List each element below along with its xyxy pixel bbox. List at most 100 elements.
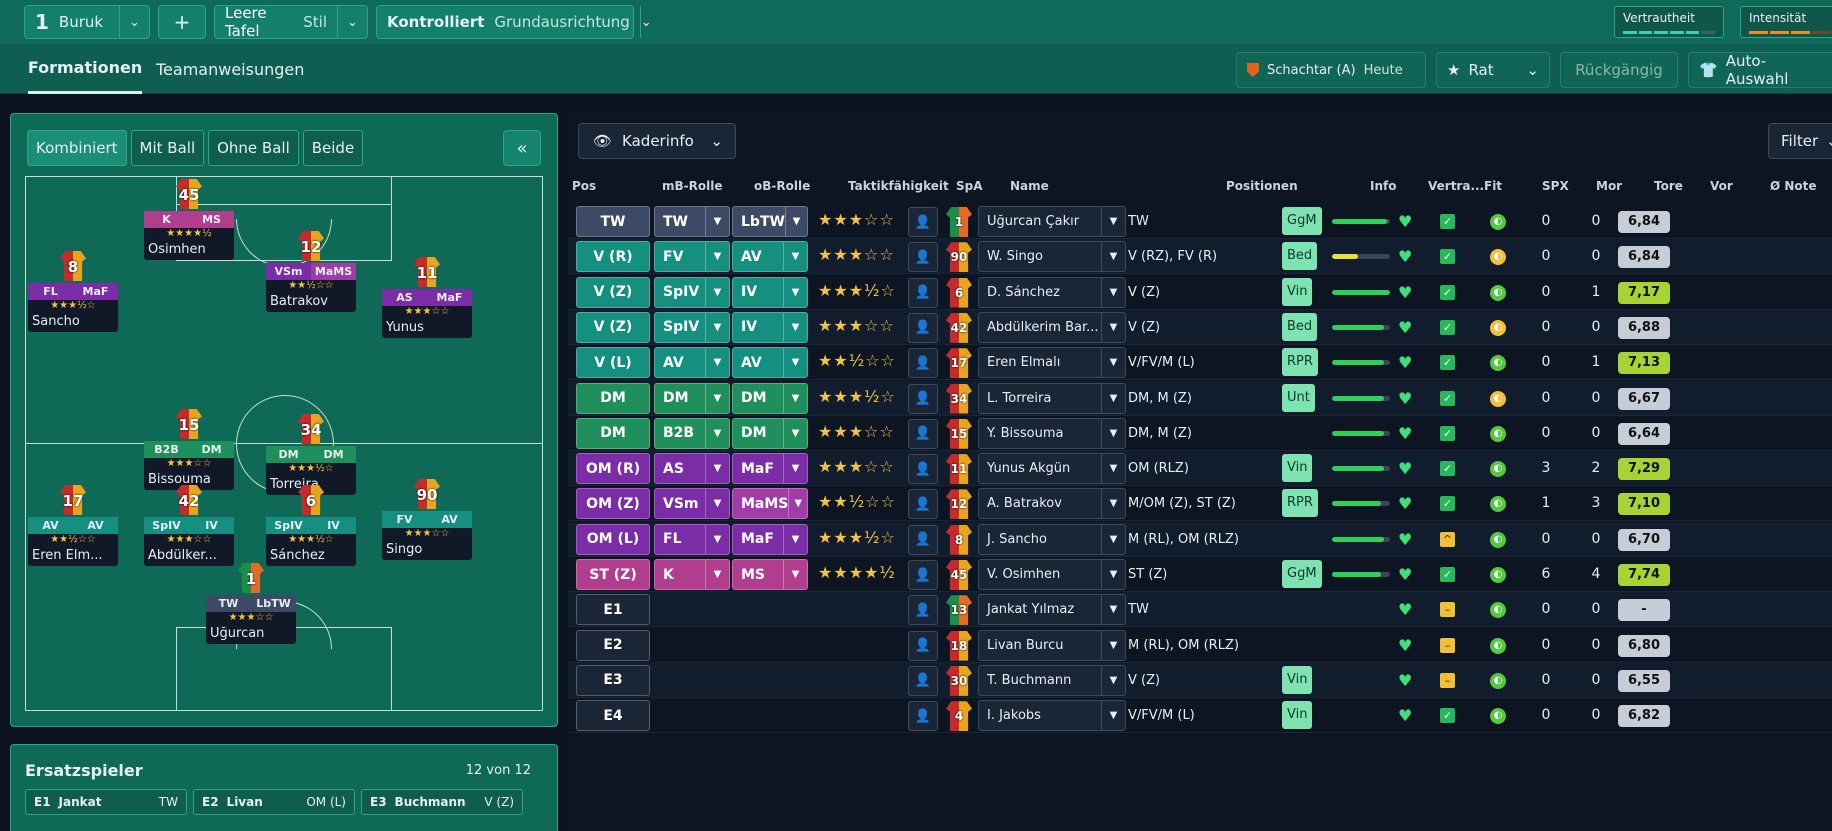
pitch-player[interactable]: 8 FL MaF ★★★½☆ Sancho <box>28 249 118 332</box>
info-badge[interactable]: Unt <box>1282 383 1315 412</box>
position-slot[interactable]: E3 <box>576 664 650 696</box>
position-slot[interactable]: DM <box>576 382 650 414</box>
col-oop-role[interactable]: oB-Rolle <box>754 179 810 193</box>
oop-role-select[interactable]: MaF ▼ <box>732 523 808 555</box>
col-name[interactable]: Name <box>1010 179 1049 193</box>
tab-combined[interactable]: Kombiniert <box>27 130 127 166</box>
person-icon[interactable]: 👤 <box>908 242 938 273</box>
person-icon[interactable]: 👤 <box>908 454 938 485</box>
person-icon[interactable]: 👤 <box>908 312 938 343</box>
player-select[interactable]: Livan Burcu ▼ <box>978 629 1126 661</box>
pitch-player[interactable]: 12 VSm MaMS ★★½☆☆ Batrakov <box>266 229 356 312</box>
ip-role-select[interactable]: DM ▼ <box>654 382 730 414</box>
position-slot[interactable]: V (Z) <box>576 276 650 308</box>
sub-card[interactable]: E3 Buchmann V (Z) <box>361 789 523 815</box>
player-select[interactable]: Yunus Akgün ▼ <box>978 453 1126 485</box>
sub-card[interactable]: E2 Livan OM (L) <box>193 789 355 815</box>
ip-role-select[interactable]: SpIV ▼ <box>654 276 730 308</box>
undo-button[interactable]: Rückgängig <box>1560 52 1678 88</box>
tab-team-instructions[interactable]: Teamanweisungen <box>156 44 304 94</box>
player-select[interactable]: W. Singo ▼ <box>978 241 1126 273</box>
oop-role-select[interactable]: IV ▼ <box>732 311 808 343</box>
position-slot[interactable]: OM (L) <box>576 523 650 555</box>
team-selector[interactable]: 1 Buruk ⌄ <box>24 5 150 39</box>
player-select[interactable]: D. Sánchez ▼ <box>978 276 1126 308</box>
position-slot[interactable]: TW <box>576 206 650 237</box>
info-badge[interactable]: Bed <box>1282 242 1318 271</box>
table-row[interactable]: V (Z) SpIV ▼ IV ▼ ★★★☆☆ 👤 42 Abdülkerim Bar... ▼ V… <box>568 309 1832 345</box>
position-slot[interactable]: OM (R) <box>576 453 650 485</box>
chevron-down-icon[interactable]: ⌄ <box>119 6 149 38</box>
player-select[interactable]: Y. Bissouma ▼ <box>978 417 1126 449</box>
pitch-player[interactable]: 90 FV AV ★★★☆☆ Singo <box>382 477 472 560</box>
info-badge[interactable]: RPR <box>1282 348 1318 377</box>
col-pos[interactable]: Pos <box>572 179 596 193</box>
tab-out-of-possession[interactable]: Ohne Ball <box>208 130 299 166</box>
col-positions[interactable]: Positionen <box>1226 179 1298 193</box>
col-ip-role[interactable]: mB-Rolle <box>662 179 722 193</box>
tab-both[interactable]: Beide <box>302 130 364 166</box>
player-select[interactable]: Jankat Yılmaz ▼ <box>978 594 1126 626</box>
tab-formations[interactable]: Formationen <box>28 44 142 94</box>
person-icon[interactable]: 👤 <box>908 383 938 414</box>
position-slot[interactable]: V (R) <box>576 241 650 273</box>
oop-role-select[interactable]: IV ▼ <box>732 276 808 308</box>
info-badge[interactable]: Vin <box>1282 277 1313 306</box>
info-badge[interactable]: Vin <box>1282 701 1313 730</box>
person-icon[interactable]: 👤 <box>908 630 938 661</box>
info-badge[interactable]: Vin <box>1282 454 1313 483</box>
col-fit[interactable]: Fit <box>1484 179 1502 193</box>
oop-role-select[interactable]: MaF ▼ <box>732 453 808 485</box>
info-badge[interactable]: RPR <box>1282 489 1318 518</box>
ip-role-select[interactable]: SpIV ▼ <box>654 311 730 343</box>
familiarity-meter[interactable]: Vertrautheit <box>1614 6 1724 38</box>
next-match-button[interactable]: Schachtar (A) Heute <box>1236 52 1426 88</box>
ip-role-select[interactable]: AV ▼ <box>654 347 730 379</box>
person-icon[interactable]: 👤 <box>908 207 938 237</box>
advice-button[interactable]: ★ Rat ⌄ <box>1436 52 1550 88</box>
col-spa[interactable]: SpA <box>956 179 983 193</box>
position-slot[interactable]: E1 <box>576 594 650 626</box>
table-row[interactable]: V (Z) SpIV ▼ IV ▼ ★★★½☆ 👤 6 D. Sánchez ▼ V (Z) Vin ♥… <box>568 275 1832 310</box>
tab-in-possession[interactable]: Mit Ball <box>130 130 205 166</box>
table-row[interactable]: E4 👤 4 I. Jakobs ▼ V/FV/M (L) Vin ♥ ✓ ◐ 0 0 6,82 <box>568 698 1832 734</box>
pitch-player[interactable]: 1 TW LbTW ★★★☆☆ Uğurcan <box>206 561 296 644</box>
ip-role-select[interactable]: B2B ▼ <box>654 417 730 449</box>
col-morale[interactable]: Mor <box>1596 179 1622 193</box>
col-tactical[interactable]: Taktikfähigkeit <box>848 179 949 193</box>
table-row[interactable]: E2 👤 18 Livan Burcu ▼ M (RL), OM (RLZ) ♥ – ◐ 0 0 6,… <box>568 628 1832 663</box>
player-select[interactable]: I. Jakobs ▼ <box>978 700 1126 732</box>
position-slot[interactable]: V (L) <box>576 347 650 379</box>
oop-role-select[interactable]: DM ▼ <box>732 382 808 414</box>
table-row[interactable]: E3 👤 30 T. Buchmann ▼ V (Z) Vin ♥ – ◐ 0 0 6,55 <box>568 662 1832 698</box>
col-assists[interactable]: Vor <box>1710 179 1733 193</box>
oop-role-select[interactable]: AV ▼ <box>732 241 808 273</box>
filter-button[interactable]: Filter ⌄ <box>1768 123 1832 159</box>
info-badge[interactable]: GgM <box>1282 560 1322 588</box>
pitch-player[interactable]: 15 B2B DM ★★★☆☆ Bissouma <box>144 407 234 490</box>
table-row[interactable]: OM (Z) VSm ▼ MaMS ▼ ★★½☆☆ 👤 12 A. Batrakov ▼ M/OM … <box>568 486 1832 522</box>
squad-info-button[interactable]: 👁 Kaderinfo ⌄ <box>578 123 736 159</box>
col-avg-rating[interactable]: Ø Note <box>1770 179 1817 193</box>
position-slot[interactable]: DM <box>576 417 650 449</box>
table-row[interactable]: TW TW ▼ LbTW ▼ ★★★☆☆ 👤 1 Uğurcan Çakır ▼ TW GgM ♥ ✓ ◐ 0… <box>568 204 1832 239</box>
col-spx[interactable]: SPX <box>1542 179 1569 193</box>
player-select[interactable]: Eren Elmalı ▼ <box>978 347 1126 379</box>
collapse-panel-icon[interactable]: « <box>503 130 541 166</box>
tactic-selector[interactable]: Leere Tafel Stil ⌄ <box>214 4 368 40</box>
table-row[interactable]: ST (Z) K ▼ MS ▼ ★★★★½ 👤 45 V. Osimhen ▼ ST (Z) GgM ♥… <box>568 557 1832 592</box>
ip-role-select[interactable]: FV ▼ <box>654 241 730 273</box>
player-select[interactable]: Abdülkerim Bar... ▼ <box>978 311 1126 343</box>
pitch-player[interactable]: 45 K MS ★★★★½ Osimhen <box>144 177 234 260</box>
person-icon[interactable]: 👤 <box>908 418 938 449</box>
auto-select-button[interactable]: 👕 Auto-Auswahl <box>1688 52 1832 88</box>
person-icon[interactable]: 👤 <box>908 489 938 520</box>
col-goals[interactable]: Tore <box>1654 179 1683 193</box>
table-row[interactable]: OM (L) FL ▼ MaF ▼ ★★★½☆ 👤 8 J. Sancho ▼ M (RL), OM… <box>568 521 1832 557</box>
pitch-player[interactable]: 42 SpIV IV ★★★☆☆ Abdülker... <box>144 483 234 566</box>
info-badge[interactable]: GgM <box>1282 207 1322 235</box>
position-slot[interactable]: E2 <box>576 629 650 661</box>
ip-role-select[interactable]: TW ▼ <box>654 206 730 237</box>
oop-role-select[interactable]: AV ▼ <box>732 347 808 379</box>
info-badge[interactable]: Vin <box>1282 665 1313 694</box>
